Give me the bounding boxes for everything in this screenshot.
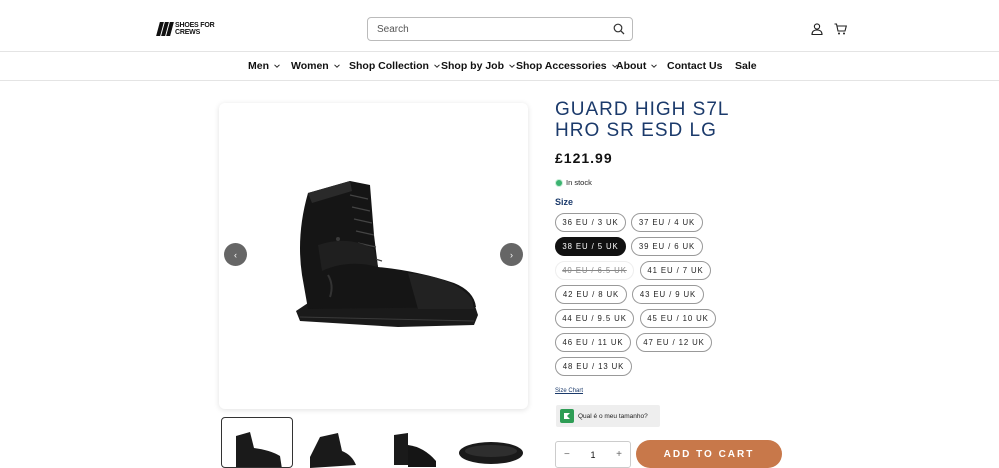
nav-label: About: [616, 60, 647, 72]
stock-status: In stock: [556, 178, 592, 187]
size-option-43[interactable]: 43 EU / 9 UK: [632, 285, 704, 304]
logo-mark-icon: [156, 22, 174, 36]
nav-label: Women: [291, 60, 329, 72]
size-option-36[interactable]: 36 EU / 3 UK: [555, 213, 626, 232]
product-title-line-1: GUARD HIGH S7L: [555, 99, 730, 120]
size-option-44[interactable]: 44 EU / 9.5 UK: [555, 309, 634, 328]
size-option-37[interactable]: 37 EU / 4 UK: [631, 213, 703, 232]
size-chart-link[interactable]: Size Chart: [555, 388, 583, 394]
size-heading: Size: [555, 197, 574, 207]
thumbnail-1[interactable]: [221, 417, 293, 468]
thumbnail-boot-side-image: [236, 432, 282, 467]
product-title: GUARD HIGH S7L HRO SR ESD LG: [555, 99, 815, 141]
stock-label: In stock: [566, 178, 592, 187]
cart-icon[interactable]: [834, 23, 847, 35]
size-finder-button[interactable]: Qual é o meu tamanho?: [556, 405, 660, 427]
size-option-45[interactable]: 45 EU / 10 UK: [640, 309, 716, 328]
chevron-down-icon: [333, 64, 340, 68]
size-option-39[interactable]: 39 EU / 6 UK: [631, 237, 703, 256]
nav-item-men[interactable]: Men: [248, 60, 280, 72]
size-option-46[interactable]: 46 EU / 11 UK: [555, 333, 631, 352]
size-finder-icon: [560, 409, 574, 423]
thumbnail-boot-angle-image: [310, 433, 356, 468]
nav-label: Men: [248, 60, 269, 72]
nav-label: Shop Collection: [349, 60, 429, 72]
nav-item-about[interactable]: About: [616, 60, 658, 72]
search-input[interactable]: [377, 23, 597, 35]
nav-label: Shop by Job: [441, 60, 504, 72]
search-icon[interactable]: [613, 23, 625, 35]
site-header: SHOES FOR CREWS: [0, 0, 999, 52]
main-navigation: Men Women Shop Collection Shop by Job Sh…: [0, 52, 999, 81]
size-option-38[interactable]: 38 EU / 5 UK: [555, 237, 626, 256]
account-icon[interactable]: [811, 23, 823, 35]
quantity-stepper: − 1 +: [555, 441, 631, 468]
size-option-47[interactable]: 47 EU / 12 UK: [636, 333, 712, 352]
nav-label: Shop Accessories: [516, 60, 607, 72]
chevron-down-icon: [651, 64, 658, 68]
chevron-down-icon: [434, 64, 440, 68]
chevron-left-icon: ‹: [234, 249, 237, 260]
nav-item-shop-collection[interactable]: Shop Collection: [349, 60, 440, 72]
thumbnail-3[interactable]: [378, 417, 450, 468]
quantity-decrease-button[interactable]: −: [564, 449, 570, 460]
chevron-down-icon: [274, 64, 280, 68]
thumbnail-boot-pair-image: [394, 433, 436, 467]
product-title-line-2: HRO SR ESD LG: [555, 120, 717, 141]
nav-item-sale[interactable]: Sale: [735, 60, 757, 72]
quantity-increase-button[interactable]: +: [616, 449, 622, 460]
chevron-down-icon: [509, 64, 515, 68]
nav-label: Contact Us: [667, 60, 723, 72]
size-option-42[interactable]: 42 EU / 8 UK: [555, 285, 627, 304]
nav-item-women[interactable]: Women: [291, 60, 340, 72]
chevron-right-icon: ›: [510, 249, 513, 260]
size-option-48[interactable]: 48 EU / 13 UK: [555, 357, 632, 376]
nav-item-shop-accessories[interactable]: Shop Accessories: [516, 60, 618, 72]
nav-item-contact-us[interactable]: Contact Us: [667, 60, 722, 72]
thumbnail-boot-sole-image: [459, 442, 523, 464]
thumbnail-2[interactable]: [298, 417, 370, 468]
product-image-boot[interactable]: [278, 175, 480, 331]
size-option-40[interactable]: 40 EU / 6.5 UK: [555, 261, 634, 280]
nav-label: Sale: [735, 60, 757, 72]
quantity-value[interactable]: 1: [590, 450, 595, 460]
nav-item-shop-by-job[interactable]: Shop by Job: [441, 60, 515, 72]
add-to-cart-button[interactable]: ADD TO CART: [636, 440, 782, 468]
product-price: £121.99: [555, 150, 613, 166]
search-bar[interactable]: [367, 17, 633, 41]
shoes-for-crews-logo[interactable]: SHOES FOR CREWS: [156, 21, 224, 37]
gallery-prev-button[interactable]: ‹: [224, 243, 247, 266]
thumbnail-4[interactable]: [455, 417, 527, 468]
in-stock-dot-icon: [556, 179, 562, 186]
size-finder-label: Qual é o meu tamanho?: [578, 412, 648, 420]
logo-wordmark: SHOES FOR CREWS: [175, 22, 215, 36]
size-option-41[interactable]: 41 EU / 7 UK: [640, 261, 711, 280]
gallery-next-button[interactable]: ›: [500, 243, 523, 266]
